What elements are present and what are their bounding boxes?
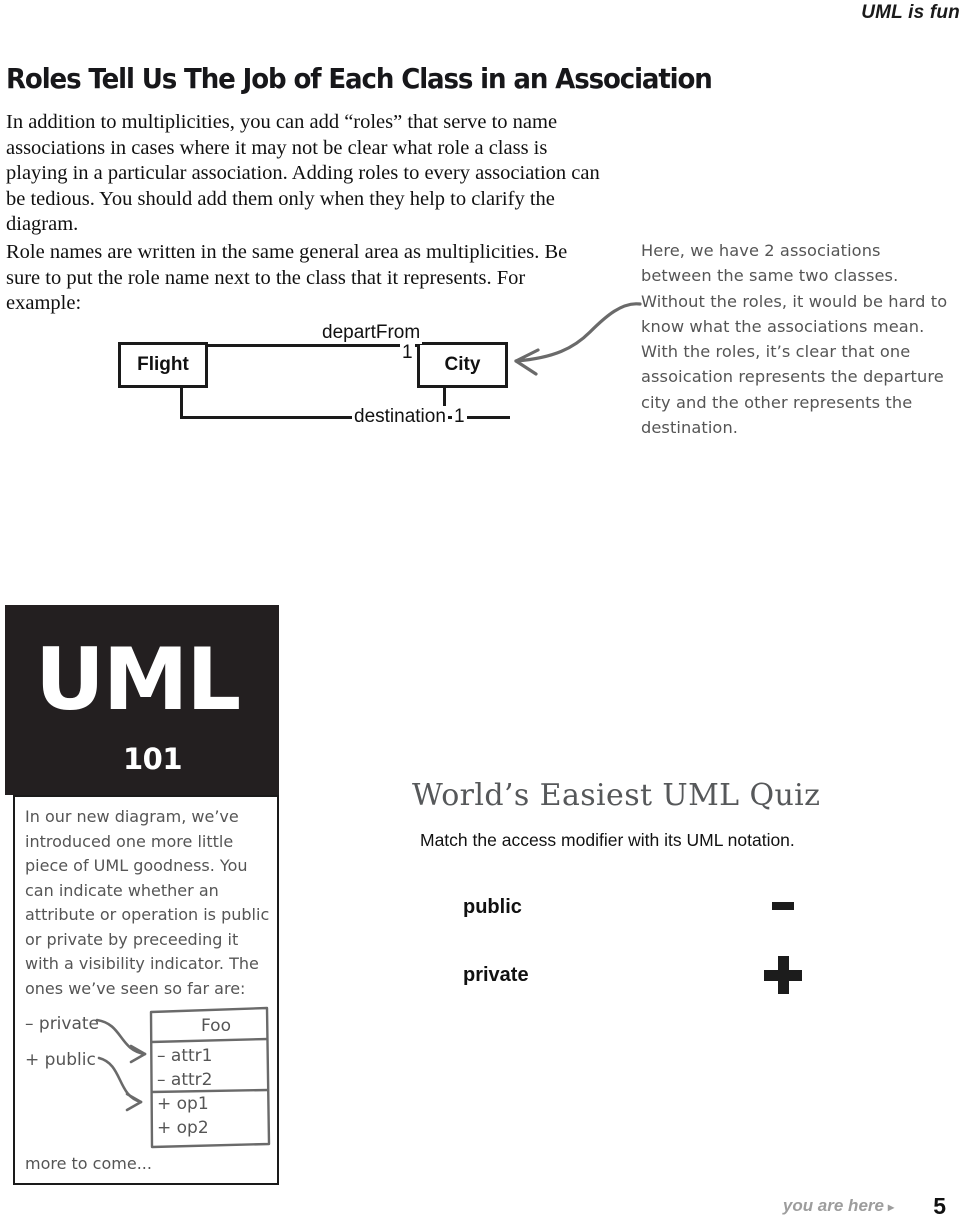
- running-head: UML is fun: [861, 2, 960, 23]
- foo-class-figure: – private + public more to come... Foo –…: [15, 1002, 277, 1187]
- page-number: 5: [933, 1193, 946, 1219]
- class-name-flight: Flight: [137, 354, 189, 375]
- class-box-flight: Flight: [118, 342, 208, 388]
- footer-label: you are here: [782, 1196, 884, 1215]
- foo-operation-1: + op1: [157, 1094, 209, 1114]
- uml-101-panel: UML 101 In our new diagram, we’ve introd…: [5, 605, 279, 1185]
- more-to-come-label: more to come...: [25, 1154, 152, 1173]
- callout-note: Here, we have 2 associations between the…: [641, 241, 948, 438]
- association-line-departfrom: [206, 344, 419, 347]
- quiz-symbol-minus-icon[interactable]: [772, 902, 794, 910]
- callout-arrow-icon: [514, 302, 642, 376]
- visibility-legend-private: – private: [25, 1014, 100, 1034]
- page-title: Roles Tell Us The Job of Each Class in a…: [6, 62, 713, 95]
- foo-attribute-1: – attr1: [157, 1046, 213, 1066]
- visibility-legend-public: + public: [25, 1050, 96, 1070]
- association-line-destination-left: [180, 386, 183, 419]
- foo-operation-2: + op2: [157, 1118, 209, 1138]
- quiz-term-public[interactable]: public: [463, 896, 522, 919]
- quiz-title: World’s Easiest UML Quiz: [412, 778, 821, 813]
- foo-class-name: Foo: [201, 1016, 231, 1036]
- multiplicity-departfrom: 1: [400, 342, 415, 364]
- uml-101-subtitle: 101: [123, 742, 183, 776]
- uml-101-header: UML 101: [5, 605, 279, 795]
- foo-attribute-2: – attr2: [157, 1070, 213, 1090]
- uml-101-note: In our new diagram, we’ve introduced one…: [25, 807, 270, 998]
- uml-101-wordmark: UML: [35, 630, 241, 730]
- role-label-departfrom: departFrom: [320, 322, 423, 344]
- class-diagram: Flight City departFrom 1 destination 1: [0, 320, 560, 430]
- footer-you-are-here: you are here ▸: [783, 1196, 894, 1216]
- quiz-instruction: Match the access modifier with its UML n…: [420, 830, 795, 850]
- plus-bar-vertical: [778, 956, 789, 994]
- quiz-term-private[interactable]: private: [463, 964, 529, 987]
- role-label-destination: destination: [352, 406, 448, 428]
- uml-101-body: In our new diagram, we’ve introduced one…: [13, 795, 279, 1185]
- body-paragraph-1: In addition to multiplicities, you can a…: [6, 111, 600, 235]
- class-name-city: City: [444, 354, 481, 375]
- footer-arrow-icon: ▸: [887, 1200, 894, 1214]
- quiz-symbol-plus-icon[interactable]: [764, 956, 802, 994]
- multiplicity-destination: 1: [452, 406, 467, 428]
